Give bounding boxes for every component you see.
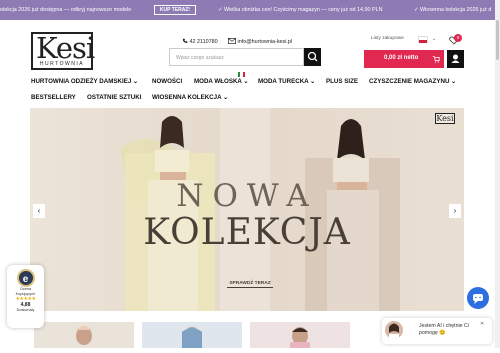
hero-title-line1: NOWA (176, 178, 318, 214)
nav-item-spring[interactable]: WIOSENNA KOLEKCJA ⌄ (152, 94, 228, 101)
rating-text: Doskonały (16, 308, 35, 312)
chat-button[interactable] (467, 287, 489, 309)
chevron-down-icon: ⌄ (133, 78, 139, 85)
hero-title-line2: KOLEKCJA (143, 212, 351, 253)
trust-badge-icon: e (16, 269, 35, 287)
hero-banner[interactable]: NOWA KOLEKCJA SPRAWDŹ TERAZ Kesi ‹ › (30, 108, 464, 311)
chevron-down-icon: ⌄ (223, 94, 229, 101)
carousel-prev-button[interactable]: ‹ (33, 204, 45, 218)
phone-number: 42 2110780 (189, 39, 218, 45)
chat-icon (473, 294, 483, 304)
promo-bar: olekcja 2026 już dostępna — odkryj najno… (0, 0, 500, 20)
phone-link[interactable]: 42 2110780 (182, 38, 218, 45)
chevron-down-icon: ⌄ (310, 78, 316, 85)
scrollbar-thumb[interactable] (496, 20, 499, 60)
shopping-lists-link[interactable]: Listy zakupowe (371, 36, 404, 41)
chat-avatar (385, 321, 403, 339)
nav-item-italian[interactable]: MODA WŁOSKA ⌄ (194, 78, 249, 85)
account-button[interactable] (447, 50, 464, 68)
chevron-down-icon[interactable]: ⌄ (432, 36, 436, 42)
logo-text: Kesi (36, 31, 95, 65)
chevron-right-icon: › (453, 206, 457, 215)
chat-message: Jestem AI i chętnie Ci pomogę 😊 (419, 323, 469, 336)
nav-item-turkish[interactable]: MODA TURECKA ⌄ (258, 78, 315, 85)
email-address: info@hurtownia-kesi.pl (237, 39, 293, 45)
logo-subtitle: HURTOWNIA (39, 61, 85, 67)
user-icon (451, 54, 460, 63)
promo-text-mid: ✓ Wielka obniżka cen! Czyścimy magazyn —… (218, 7, 383, 13)
cart-button[interactable]: 0,00 zł netto (364, 50, 444, 68)
chevron-down-icon: ⌄ (451, 78, 457, 85)
promo-text-right: ✓ Wiosenna kolekcja 2026 już d (414, 7, 492, 13)
nav-item-plus-size[interactable]: PLUS SIZE (326, 78, 358, 85)
email-link[interactable]: info@hurtownia-kesi.pl (228, 38, 292, 45)
carousel-next-button[interactable]: › (449, 204, 461, 218)
product-thumb[interactable] (142, 322, 242, 348)
search-icon (307, 51, 318, 62)
mail-icon (228, 38, 236, 44)
close-icon[interactable]: ✕ (480, 321, 484, 327)
nav-item-wholesale[interactable]: HURTOWNIA ODZIEŻY DAMSKIEJ ⌄ (31, 78, 138, 85)
rating-badge[interactable]: e Ocena Kupujących ★★★★★ 4,88 Doskonały (7, 265, 44, 328)
cart-count-badge: 0 (454, 34, 462, 42)
product-thumb[interactable] (250, 322, 350, 348)
cart-total: 0,00 zł netto (384, 55, 419, 61)
cart-icon (432, 56, 440, 63)
chevron-down-icon: ⌄ (243, 78, 249, 85)
search-button[interactable] (304, 48, 321, 66)
flag-it-icon (238, 72, 245, 77)
product-thumb[interactable] (34, 322, 134, 348)
hero-cta-link[interactable]: SPRAWDŹ TERAZ (227, 281, 273, 288)
phone-icon (182, 38, 188, 43)
logo[interactable]: Kesi HURTOWNIA (31, 31, 95, 70)
nav-item-bestsellers[interactable]: BESTSELLERY (31, 94, 76, 101)
nav-item-clearance[interactable]: CZYSZCZENIE MAGAZYNU ⌄ (369, 78, 456, 85)
nav-item-last-pieces[interactable]: OSTATNIE SZTUKI (87, 94, 141, 101)
hero-logo: Kesi (435, 113, 455, 124)
chat-popup[interactable]: Jestem AI i chętnie Ci pomogę 😊 ✕ (382, 318, 492, 344)
flag-pl-icon[interactable] (418, 36, 428, 43)
promo-text-left: olekcja 2026 już dostępna — odkryj najno… (0, 7, 132, 13)
chevron-left-icon: ‹ (37, 206, 41, 215)
nav-item-new[interactable]: NOWOŚCI (152, 78, 182, 85)
buy-now-button[interactable]: KUP TERAZ! (154, 5, 196, 15)
scrollbar[interactable] (495, 0, 500, 348)
search-input[interactable]: Wpisz czego szukasz (169, 48, 304, 66)
